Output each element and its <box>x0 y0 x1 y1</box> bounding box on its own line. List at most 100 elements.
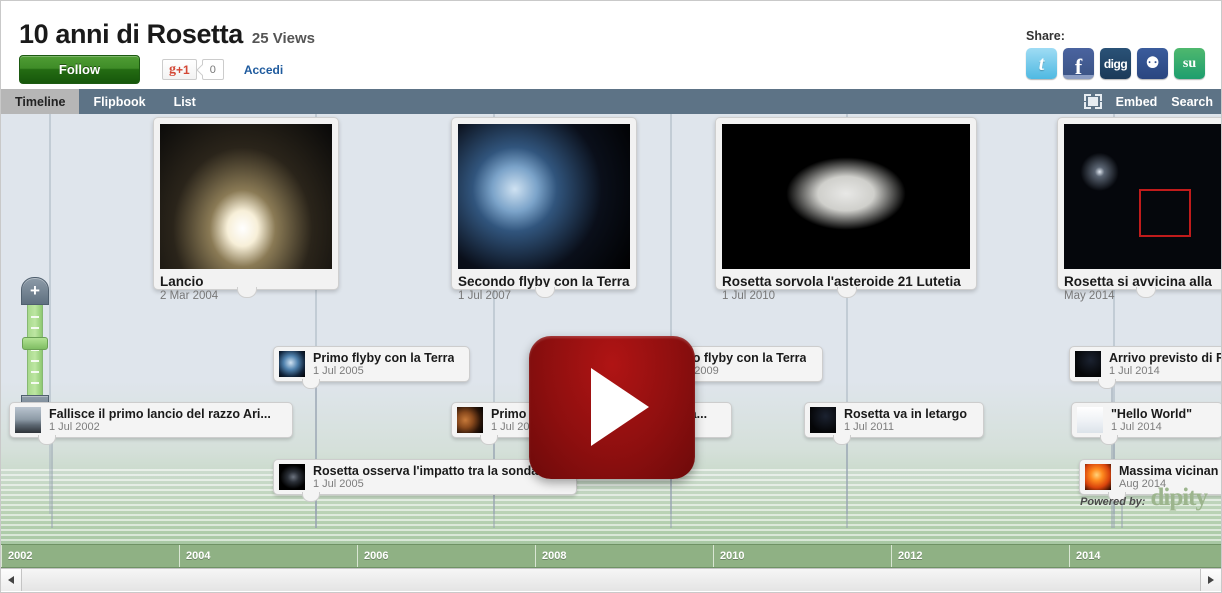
google-plus-label: +1 <box>176 62 190 77</box>
axis-tick-label: 2012 <box>891 545 922 567</box>
zoom-in-button[interactable]: + <box>21 277 49 305</box>
event-card[interactable]: Rosetta si avvicina alla May 2014 <box>1057 117 1221 302</box>
event-bubble-text: Rosetta va in letargo 1 Jul 2011 <box>844 407 967 434</box>
zoom-tick <box>31 382 39 384</box>
bubble-pointer-nub <box>480 435 498 445</box>
event-bubble-title: Arrivo previsto di Rosetta <box>1109 350 1221 365</box>
event-bubble-date: 1 Jul 2011 <box>844 420 894 433</box>
scroll-right-button[interactable] <box>1200 569 1221 591</box>
axis-tick-label: 2004 <box>179 545 210 567</box>
zoom-slider-handle[interactable] <box>22 336 48 350</box>
event-card[interactable]: Lancio 2 Mar 2004 <box>153 117 339 302</box>
event-bubble-title: "Hello World" <box>1111 406 1193 421</box>
event-card[interactable]: Rosetta sorvola l'asteroide 21 Lutetia 1 … <box>715 117 977 302</box>
fullscreen-icon[interactable] <box>1083 94 1102 109</box>
event-bubble-date: 1 Jul 2005 <box>313 477 364 490</box>
page-header: 10 anni di Rosetta 25 Views Follow g +1 0… <box>1 1 1221 89</box>
event-card-thumbnail <box>1064 124 1221 269</box>
event-bubble-date: 1 Jul 2005 <box>313 364 364 377</box>
event-bubble[interactable]: Fallisce il primo lancio del razzo Ari..… <box>9 402 293 445</box>
dipity-timeline-app: 10 anni di Rosetta 25 Views Follow g +1 0… <box>0 0 1222 593</box>
axis-tick-label: 2002 <box>1 545 32 567</box>
view-count: 25 Views <box>251 30 315 47</box>
event-bubble-title: Primo flyby con la Terra <box>313 350 455 365</box>
myspace-share-icon[interactable]: ⚉ <box>1137 48 1168 79</box>
event-bubble-date: 1 Jul 2014 <box>1109 364 1160 377</box>
event-bubble-thumbnail <box>1075 351 1101 377</box>
powered-by-label: Powered by: <box>1080 496 1146 508</box>
google-plus-widget: g +1 0 <box>162 59 224 80</box>
bubble-pointer-nub <box>38 435 56 445</box>
timeline-canvas[interactable]: + − Lancio2 Mar 2004Secondo flyby con la… <box>1 114 1221 544</box>
bubble-pointer-nub <box>833 435 851 445</box>
scroll-left-button[interactable] <box>1 569 22 591</box>
event-bubble-date: 1 Jul 2014 <box>1111 420 1162 433</box>
zoom-slider-track[interactable] <box>22 305 48 395</box>
axis-tick-label: 2014 <box>1069 545 1100 567</box>
zoom-tick <box>31 327 39 329</box>
event-card-thumbnail <box>458 124 630 269</box>
zoom-tick <box>31 371 39 373</box>
follow-button[interactable]: Follow <box>19 55 140 84</box>
horizontal-scrollbar[interactable] <box>1 568 1221 591</box>
share-icon-list: t f digg ⚉ su <box>1026 48 1205 79</box>
event-card[interactable]: Secondo flyby con la Terra 1 Jul 2007 <box>451 117 637 302</box>
event-bubble-title: Rosetta va in letargo <box>844 406 967 421</box>
time-axis[interactable]: 2002 2004 2006 2008 2010 2012 2014 <box>1 544 1221 568</box>
google-plus-g-icon: g <box>169 61 176 77</box>
zoom-box-marker <box>1138 189 1192 237</box>
zoom-tick <box>31 360 39 362</box>
tab-list[interactable]: List <box>160 89 210 114</box>
event-bubble-text: Primo flyby con la Terra 1 Jul 2005 <box>313 351 454 378</box>
view-tabbar: Timeline Flipbook List Embed Search <box>1 89 1221 114</box>
event-bubble-text: Rosetta osserva l'impatto tra la sonda..… <box>313 464 549 491</box>
google-plus-one-button[interactable]: g +1 <box>162 59 197 80</box>
search-link[interactable]: Search <box>1171 95 1213 109</box>
event-bubble-thumbnail <box>810 407 836 433</box>
event-bubble-thumbnail <box>457 407 483 433</box>
axis-tick-label: 2008 <box>535 545 566 567</box>
facebook-share-icon[interactable]: f <box>1063 48 1094 79</box>
canvas-hatch-decoration <box>1 469 1221 544</box>
zoom-tick <box>31 316 39 318</box>
bubble-stem <box>51 438 53 528</box>
page-title: 10 anni di Rosetta <box>19 19 243 49</box>
event-bubble-text: "Hello World" 1 Jul 2014 <box>1111 407 1192 434</box>
play-triangle-icon <box>591 368 649 446</box>
tabbar-right-actions: Embed Search <box>1083 89 1213 114</box>
dipity-logo: dipity <box>1150 484 1208 511</box>
google-plus-count[interactable]: 0 <box>201 59 224 80</box>
share-label: Share: <box>1026 29 1065 43</box>
axis-tick-label: 2006 <box>357 545 388 567</box>
scrollbar-track[interactable] <box>22 569 1200 591</box>
stumbleupon-share-icon[interactable]: su <box>1174 48 1205 79</box>
login-link[interactable]: Accedi <box>244 63 283 77</box>
event-card-thumbnail <box>722 124 970 269</box>
play-button[interactable] <box>529 336 695 479</box>
event-bubble-text: Fallisce il primo lancio del razzo Ari..… <box>49 407 271 434</box>
digg-share-icon[interactable]: digg <box>1100 48 1131 79</box>
event-bubble[interactable]: "Hello World" 1 Jul 2014 <box>1071 402 1221 445</box>
event-bubble-title: Rosetta osserva l'impatto tra la sonda..… <box>313 463 549 478</box>
event-bubble[interactable]: Primo flyby con la Terra 1 Jul 2005 <box>273 346 470 389</box>
tab-flipbook[interactable]: Flipbook <box>79 89 159 114</box>
event-card-thumbnail <box>160 124 332 269</box>
embed-link[interactable]: Embed <box>1116 95 1158 109</box>
twitter-share-icon[interactable]: t <box>1026 48 1057 79</box>
tab-timeline[interactable]: Timeline <box>1 89 80 114</box>
event-bubble-thumbnail <box>15 407 41 433</box>
event-bubble-title: Massima vicinan <box>1119 463 1219 478</box>
event-bubble-thumbnail <box>279 464 305 490</box>
event-bubble-date: 1 Jul 2002 <box>49 420 100 433</box>
event-bubble-thumbnail <box>279 351 305 377</box>
event-bubble-thumbnail <box>1085 464 1111 490</box>
event-bubble[interactable]: Rosetta va in letargo 1 Jul 2011 <box>804 402 984 445</box>
event-bubble-text: Arrivo previsto di Rosetta1 Jul 2014 <box>1109 351 1221 378</box>
bubble-pointer-nub <box>302 379 320 389</box>
event-bubble-thumbnail <box>1077 407 1103 433</box>
title-row: 10 anni di Rosetta 25 Views <box>19 19 315 50</box>
event-bubble-title: Fallisce il primo lancio del razzo Ari..… <box>49 406 271 421</box>
event-bubble[interactable]: Arrivo previsto di Rosetta1 Jul 2014 <box>1069 346 1221 389</box>
header-actions: Follow g +1 0 Accedi <box>19 55 283 84</box>
share-section: Share: t f digg ⚉ su <box>1026 29 1205 79</box>
